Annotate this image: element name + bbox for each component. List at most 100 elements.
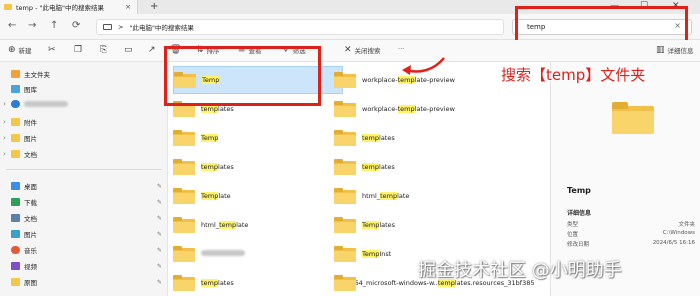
sidebar-item-videos[interactable]: 视频 ✎: [0, 259, 168, 273]
gallery-icon: [11, 85, 20, 93]
file-name-pre: workplace-: [362, 105, 398, 113]
up-button[interactable]: ↑: [50, 20, 58, 31]
file-name: workplace-template-preview: [362, 105, 455, 113]
chevron-right-icon: ›: [3, 118, 6, 126]
sidebar-item-label: 桌面: [24, 183, 37, 191]
sidebar-item-pictures-top[interactable]: › 图片: [0, 131, 168, 145]
file-item[interactable]: html_template: [173, 211, 343, 239]
close-tab-icon[interactable]: ×: [125, 3, 131, 11]
file-name-hl: Temp: [362, 250, 380, 258]
monitor-icon: [103, 24, 112, 30]
sidebar-item-documents[interactable]: 文档 ✎: [0, 211, 168, 225]
file-item[interactable]: Template: [173, 182, 343, 210]
folder-icon: [334, 72, 356, 88]
sidebar-divider: [6, 169, 162, 170]
folder-icon: [11, 134, 20, 142]
new-tab-button[interactable]: +: [150, 1, 158, 12]
file-name-hl: temp: [201, 163, 219, 171]
file-name-hl: temp: [362, 163, 380, 171]
file-name: templates: [362, 163, 395, 171]
chevron-right-icon: ›: [3, 134, 6, 142]
file-item[interactable]: templates: [334, 153, 504, 181]
file-item[interactable]: [173, 240, 343, 268]
file-item[interactable]: templates: [173, 153, 343, 181]
sidebar-item-attachments[interactable]: › 附件: [0, 115, 168, 129]
cut-button[interactable]: ✂: [48, 45, 56, 55]
forward-button[interactable]: →: [28, 20, 36, 31]
file-item[interactable]: templates: [173, 269, 343, 296]
copy-button[interactable]: ❐: [74, 45, 82, 55]
sidebar-item-label: 文档: [24, 215, 37, 223]
tab-search-results[interactable]: temp - "此电脑"中的搜索结果 ×: [0, 0, 138, 14]
annotation-arrow: [402, 57, 445, 75]
file-name: html_template: [362, 192, 409, 200]
file-item[interactable]: Temp: [173, 124, 343, 152]
sidebar-item-gallery[interactable]: 图库: [0, 82, 168, 96]
paste-button[interactable]: ⎘: [100, 45, 107, 55]
folder-icon: [173, 130, 195, 146]
refresh-button[interactable]: ⟳: [72, 20, 80, 31]
sidebar-item-label: 视频: [24, 263, 37, 271]
rename-button[interactable]: ▭: [124, 45, 133, 55]
download-icon: [11, 198, 20, 206]
pin-icon: ✎: [156, 230, 162, 238]
close-search-label: 关闭搜索: [354, 47, 381, 55]
file-name-post: lates: [218, 105, 234, 113]
file-name-hl: temp: [362, 134, 380, 142]
folder-icon: [334, 188, 356, 204]
file-name-post: lates: [218, 163, 234, 171]
close-icon: ✕: [344, 45, 352, 55]
details-pane-button[interactable]: ▥ 详细信息: [656, 45, 694, 55]
file-name-pre: html_: [201, 221, 220, 229]
file-item[interactable]: workplace-template-preview: [334, 95, 504, 123]
navigation-pane: 主文件夹 图库 › › 附件 › 图片 › 文档 桌面 ✎ 下载 ✎ 文档 ✎ …: [0, 62, 168, 296]
sidebar-item-music[interactable]: 音乐 ✎: [0, 243, 168, 257]
video-icon: [11, 262, 20, 270]
folder-icon: [334, 246, 356, 262]
sidebar-item-pictures[interactable]: 图片 ✎: [0, 227, 168, 241]
command-bar: ⊕ 新建 ✂ ❐ ⎘ ▭ ↗ 🗑 ⇅ 排序 ≡ 查看 ⛛ 筛选 ✕ 关闭搜索 ·…: [0, 40, 700, 62]
details-row-type: 类型 文件夹: [567, 220, 695, 228]
file-item[interactable]: templates: [334, 124, 504, 152]
annotation-text: 搜索【temp】文件夹: [501, 66, 646, 84]
sidebar-item-downloads[interactable]: 下载 ✎: [0, 195, 168, 209]
new-button[interactable]: ⊕ 新建: [8, 45, 32, 55]
file-name-post: lates: [379, 163, 395, 171]
sidebar-item-label: 附件: [24, 119, 37, 127]
address-field[interactable]: > "此电脑"中的搜索结果: [96, 19, 504, 35]
folder-icon: [334, 101, 356, 117]
details-value: 2024/6/5 16:16: [652, 240, 695, 246]
details-label: 详细信息: [667, 47, 694, 55]
sidebar-item-documents-top[interactable]: › 文档: [0, 147, 168, 161]
back-button[interactable]: ←: [8, 20, 16, 31]
file-item[interactable]: Templates: [334, 211, 504, 239]
file-name: TempInst: [362, 250, 391, 258]
folder-icon: [11, 118, 20, 126]
more-button[interactable]: ···: [398, 45, 404, 53]
file-name-post: late-preview: [414, 105, 455, 113]
folder-icon: [173, 246, 195, 262]
share-button[interactable]: ↗: [148, 45, 156, 55]
sidebar-item-home[interactable]: 主文件夹: [0, 67, 168, 81]
sidebar-item-label: 原图: [24, 279, 37, 287]
close-search-button[interactable]: ✕ 关闭搜索: [344, 45, 381, 55]
file-name: templates: [201, 279, 234, 287]
details-row-modified: 修改日期 2024/6/5 16:16: [567, 240, 695, 248]
folder-icon: [334, 217, 356, 233]
sidebar-item-recycle[interactable]: 原图 ✎: [0, 275, 168, 289]
cloud-icon: [11, 100, 20, 108]
new-label: 新建: [18, 47, 32, 55]
chevron-right-icon: ›: [3, 150, 6, 158]
file-item[interactable]: html_template: [334, 182, 504, 210]
sidebar-item-desktop[interactable]: 桌面 ✎: [0, 179, 168, 193]
details-value: 文件夹: [678, 222, 695, 228]
details-label: 位置: [567, 232, 579, 238]
file-name: Templates: [362, 221, 395, 229]
sidebar-item-account[interactable]: ›: [0, 97, 168, 111]
address-path[interactable]: "此电脑"中的搜索结果: [129, 22, 193, 32]
temp-folder-highlight-box: [164, 46, 321, 106]
plus-circle-icon: ⊕: [8, 45, 16, 55]
file-name-post: late: [236, 221, 249, 229]
file-name-pre: workplace-: [362, 76, 398, 84]
details-section-heading: 详细信息: [567, 210, 592, 217]
